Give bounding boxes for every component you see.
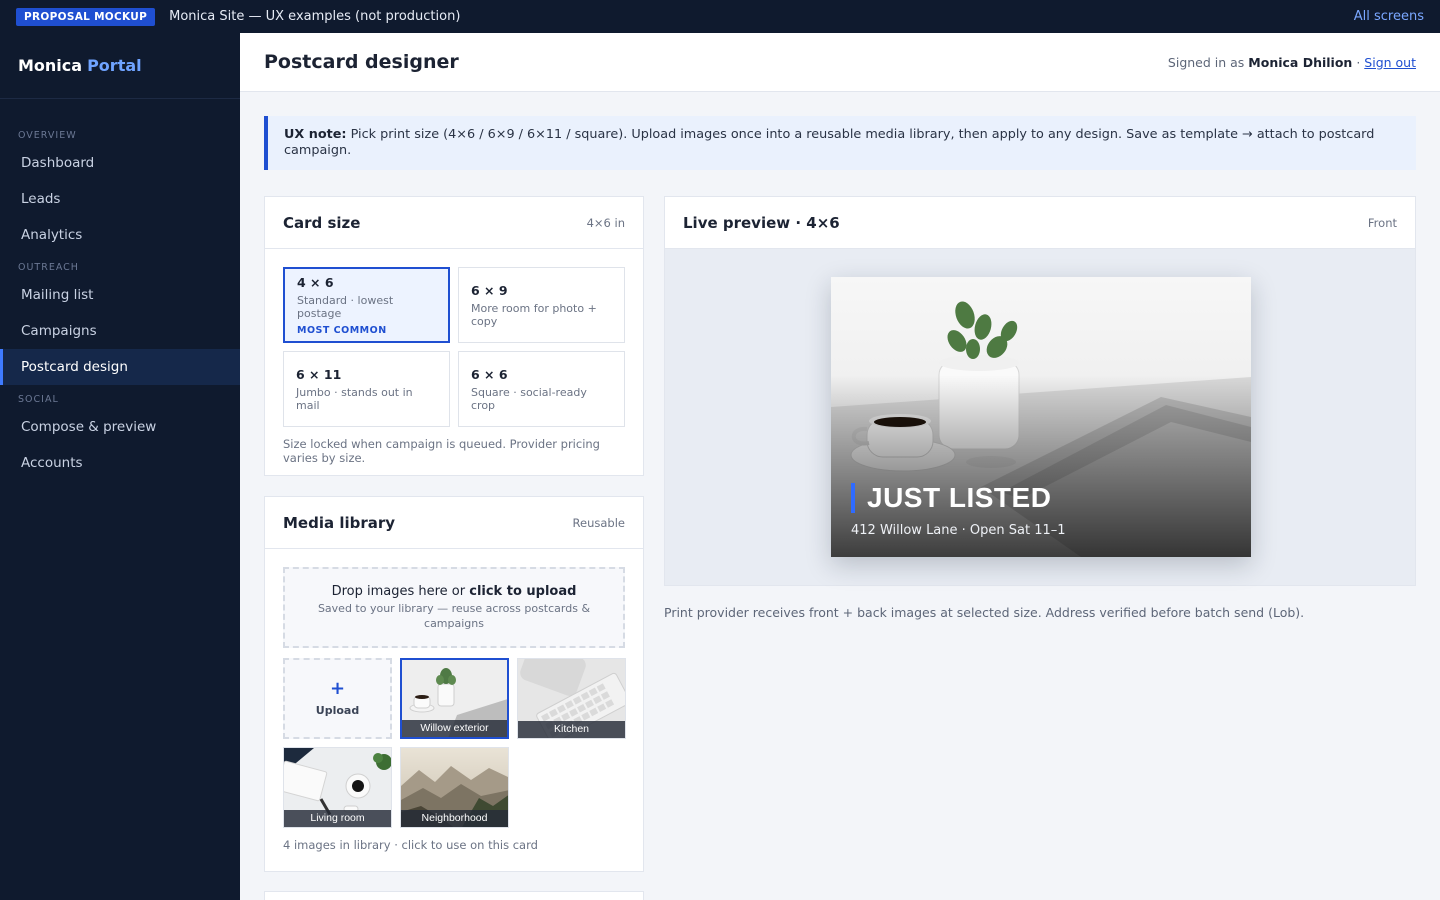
- size-option-6x9[interactable]: 6 × 9 More room for photo + copy: [458, 267, 625, 343]
- upload-dropzone[interactable]: Drop images here or click to upload Save…: [283, 567, 625, 648]
- live-preview-title: Live preview · 4×6: [683, 213, 840, 232]
- preview-footnote: Print provider receives front + back ima…: [664, 605, 1305, 620]
- size-name: 6 × 9: [471, 282, 508, 298]
- most-common-badge: MOST COMMON: [297, 324, 387, 336]
- size-name: 4 × 6: [297, 274, 334, 290]
- drop-prefix: Drop images here or: [331, 584, 466, 599]
- live-preview-header: Live preview · 4×6 Front: [665, 197, 1415, 249]
- signed-prefix: Signed in as: [1167, 54, 1245, 70]
- signed-in-info: Signed in as Monica Dhilion · Sign out: [1168, 55, 1416, 70]
- plus-icon: +: [329, 678, 346, 699]
- preview-canvas: JUST LISTED 412 Willow Lane · Open Sat 1…: [665, 249, 1415, 585]
- media-library-meta: Reusable: [572, 515, 625, 530]
- size-option-6x6[interactable]: 6 × 6 Square · social-ready crop: [458, 351, 625, 427]
- click-to-upload[interactable]: click to upload: [469, 584, 576, 599]
- size-name: 6 × 6: [471, 366, 508, 382]
- card-size-title: Card size: [283, 213, 361, 232]
- sidebar-item-leads[interactable]: Leads: [0, 181, 240, 217]
- card-size-header: Card size 4×6 in: [265, 197, 643, 249]
- media-thumb-willow-exterior[interactable]: Willow exterior: [400, 658, 509, 739]
- thumb-label: Living room: [284, 810, 391, 827]
- brand-name: Monica: [18, 56, 83, 75]
- media-library-footnote: 4 images in library · click to use on th…: [283, 838, 538, 852]
- main-content: Postcard designer Signed in as Monica Dh…: [240, 33, 1440, 900]
- ux-note-label: UX note:: [284, 127, 347, 142]
- sidebar-item-mailing-list[interactable]: Mailing list: [0, 277, 240, 313]
- top-banner: PROPOSAL MOCKUP Monica Site — UX example…: [0, 0, 1440, 33]
- nav-section-overview: OVERVIEW: [18, 130, 77, 141]
- all-screens-link[interactable]: All screens: [1354, 9, 1424, 24]
- size-desc: More room for photo + copy: [471, 301, 597, 328]
- postcard-headline[interactable]: JUST LISTED: [851, 483, 1051, 513]
- thumb-label: Neighborhood: [401, 810, 508, 827]
- user-name: Monica Dhilion: [1248, 54, 1353, 70]
- ux-note-text: Pick print size (4×6 / 6×9 / 6×11 / squa…: [284, 127, 1375, 158]
- sidebar-item-campaigns[interactable]: Campaigns: [0, 313, 240, 349]
- preview-side-label[interactable]: Front: [1368, 216, 1397, 230]
- brand-logo[interactable]: Monica Portal: [0, 33, 240, 99]
- nav-section-social: SOCIAL: [18, 394, 59, 405]
- page-title: Postcard designer: [264, 51, 459, 73]
- thumb-label: Kitchen: [518, 721, 625, 738]
- postcard-photo: [831, 277, 1251, 557]
- sidebar: Monica Portal OVERVIEW Dashboard Leads An…: [0, 33, 240, 900]
- sidebar-item-accounts[interactable]: Accounts: [0, 445, 240, 481]
- media-thumb-neighborhood[interactable]: Neighborhood: [400, 747, 509, 828]
- size-name: 6 × 11: [296, 366, 342, 382]
- media-library-title: Media library: [283, 513, 396, 532]
- card-size-footnote: Size locked when campaign is queued. Pro…: [283, 437, 600, 465]
- size-option-4x6[interactable]: 4 × 6 Standard · lowest postage MOST COM…: [283, 267, 450, 343]
- media-thumb-kitchen[interactable]: Kitchen: [517, 658, 626, 739]
- ux-note: UX note: Pick print size (4×6 / 6×9 / 6×…: [264, 116, 1416, 170]
- sign-out-link[interactable]: Sign out: [1364, 55, 1416, 70]
- upload-tile[interactable]: + Upload: [283, 658, 392, 739]
- sidebar-item-dashboard[interactable]: Dashboard: [0, 145, 240, 181]
- upload-label: Upload: [315, 704, 360, 717]
- card-size-panel: Card size 4×6 in 4 × 6 Standard · lowest…: [264, 196, 644, 476]
- size-desc: Standard · lowest postage: [297, 293, 394, 320]
- media-library-header: Media library Reusable: [265, 497, 643, 549]
- media-thumb-living-room[interactable]: Living room: [283, 747, 392, 828]
- brand-accent: Portal: [87, 56, 142, 75]
- postcard-subline[interactable]: 412 Willow Lane · Open Sat 11–1: [851, 523, 1066, 538]
- sidebar-item-postcard-design[interactable]: Postcard design: [0, 349, 240, 385]
- dropzone-subtext: Saved to your library — reuse across pos…: [317, 602, 591, 630]
- mockup-badge: PROPOSAL MOCKUP: [16, 7, 156, 26]
- next-panel-edge: [264, 891, 644, 900]
- sidebar-item-compose-preview[interactable]: Compose & preview: [0, 409, 240, 445]
- media-thumbnails: + Upload Willow exterior Kitchen Living …: [265, 648, 643, 828]
- live-preview-panel: Live preview · 4×6 Front JUST LISTED 412…: [664, 196, 1416, 586]
- nav-section-outreach: OUTREACH: [18, 262, 79, 273]
- size-options: 4 × 6 Standard · lowest postage MOST COM…: [265, 249, 643, 427]
- thumb-label: Willow exterior: [402, 720, 507, 737]
- size-desc: Square · social-ready crop: [471, 385, 587, 412]
- dropzone-text: Drop images here or click to upload: [332, 584, 577, 599]
- card-size-meta: 4×6 in: [586, 215, 625, 230]
- sidebar-item-analytics[interactable]: Analytics: [0, 217, 240, 253]
- separator: ·: [1356, 54, 1361, 70]
- size-option-6x11[interactable]: 6 × 11 Jumbo · stands out in mail: [283, 351, 450, 427]
- postcard-front[interactable]: JUST LISTED 412 Willow Lane · Open Sat 1…: [831, 277, 1251, 557]
- media-library-panel: Media library Reusable Drop images here …: [264, 496, 644, 872]
- page-header: Postcard designer Signed in as Monica Dh…: [240, 33, 1440, 92]
- size-desc: Jumbo · stands out in mail: [296, 385, 413, 412]
- banner-title: Monica Site — UX examples (not productio…: [169, 9, 461, 24]
